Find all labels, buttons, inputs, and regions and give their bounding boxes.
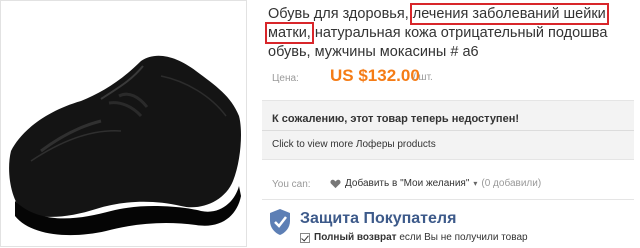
shoe-image (9, 55, 241, 236)
add-to-wishlist-button[interactable]: Добавить в "Мои желания" ▾ (0 добавили) (330, 178, 541, 189)
price-unit: / шт. (413, 72, 433, 83)
product-title: Обувь для здоровья, лечения заболеваний … (265, 3, 636, 62)
section-divider (262, 199, 634, 200)
protection-strong: Полный возврат (314, 232, 397, 243)
view-more-link[interactable]: Click to view more Лоферы products (272, 139, 436, 150)
unavailable-notice: К сожалению, этот товар теперь недоступе… (262, 100, 634, 160)
buyer-protection-line: Полный возврат если Вы не получили товар (300, 232, 528, 243)
price-label: Цена: (272, 73, 299, 84)
wishlist-count: (0 добавили) (481, 178, 542, 189)
title-part1: Обувь для здоровья, (268, 6, 413, 22)
product-image[interactable] (0, 0, 247, 247)
check-icon (300, 232, 310, 243)
protection-rest: если Вы не получили товар (396, 232, 528, 243)
notice-divider (262, 130, 634, 131)
title-part2: натуральная кожа отрицательный подошва о… (268, 25, 608, 60)
shield-icon (270, 209, 290, 235)
heart-icon (330, 179, 341, 188)
you-can-label: You can: (272, 179, 311, 190)
unavailable-text: К сожалению, этот товар теперь недоступе… (272, 113, 520, 125)
wishlist-label: Добавить в "Мои желания" (345, 178, 470, 189)
chevron-down-icon: ▾ (473, 179, 478, 188)
buyer-protection-title: Защита Покупателя (300, 210, 457, 227)
price-value: US $132.00 (330, 66, 420, 85)
